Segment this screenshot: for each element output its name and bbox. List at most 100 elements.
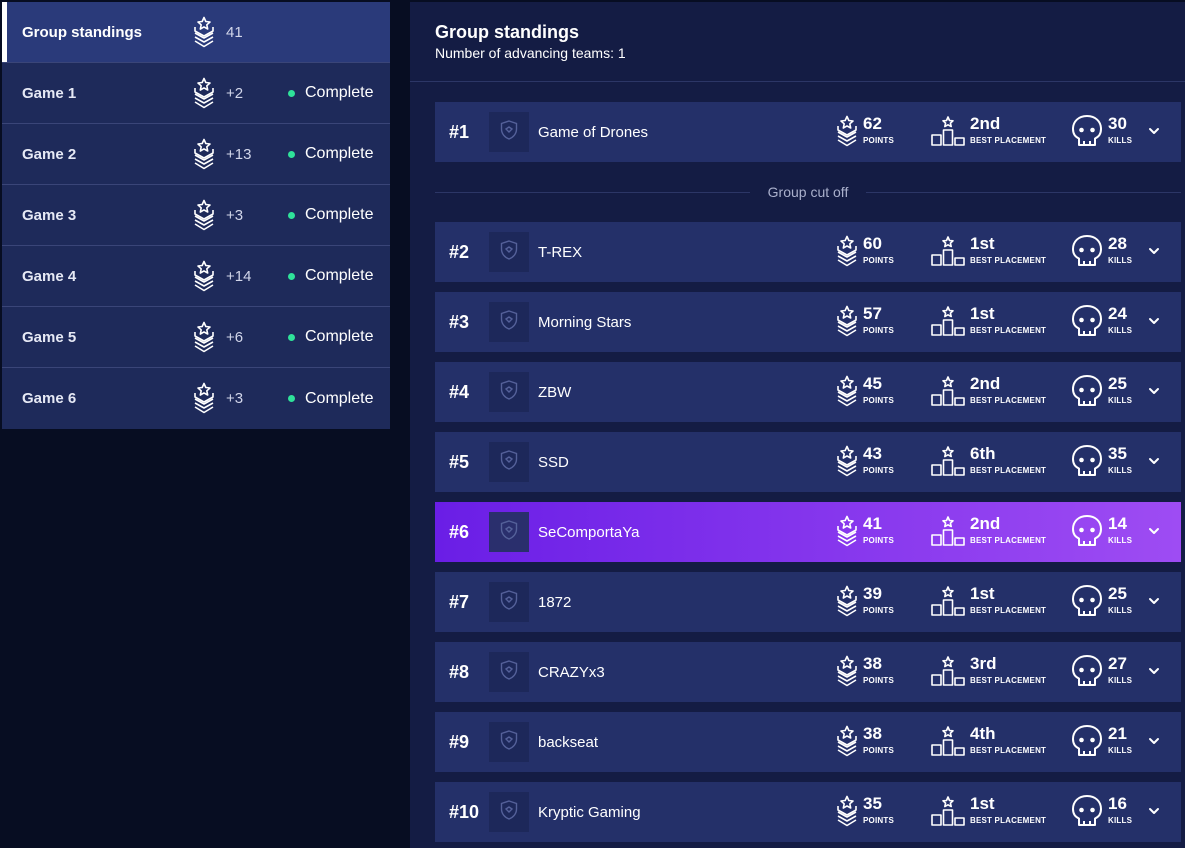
shield-icon: [500, 449, 518, 475]
skull-icon: [1071, 444, 1103, 483]
best-placement-label: BEST PLACEMENT: [970, 256, 1047, 265]
group-cutoff-divider: Group cut off: [435, 182, 1181, 202]
status-badge: Complete: [288, 390, 373, 408]
points-label: POINTS: [863, 326, 894, 335]
kills-value: 28: [1108, 234, 1127, 253]
shield-icon: [500, 379, 518, 405]
team-name: Game of Drones: [538, 123, 649, 141]
divider-line: [866, 191, 1181, 193]
points-value: 35: [863, 794, 882, 813]
chevron-down-icon[interactable]: [1147, 314, 1161, 328]
points-value: 57: [863, 304, 882, 323]
chevron-down-icon[interactable]: [1147, 454, 1161, 468]
chevron-down-icon[interactable]: [1147, 524, 1161, 538]
shield-icon: [500, 589, 518, 615]
team-row[interactable]: #6 SeComportaYa 41 POINTS 2nd BEST PLACE…: [435, 502, 1181, 562]
kills-value: 16: [1108, 794, 1127, 813]
points-stat: 41 POINTS: [835, 512, 915, 552]
points-label: POINTS: [863, 256, 894, 265]
chevron-down-icon[interactable]: [1147, 734, 1161, 748]
team-name: Morning Stars: [538, 313, 632, 331]
points-label: POINTS: [863, 606, 894, 615]
kills-value: 27: [1108, 654, 1127, 673]
team-rank: #4: [449, 381, 470, 402]
team-logo: [489, 722, 529, 762]
team-row[interactable]: #5 SSD 43 POINTS 6th BEST PLACEMENT 35 K…: [435, 432, 1181, 492]
sidebar-item-game-5[interactable]: Game 5 +6 Complete: [2, 307, 390, 368]
chevron-down-icon[interactable]: [1147, 124, 1161, 138]
sidebar-item-points: +6: [226, 328, 244, 346]
chevron-star-icon: [192, 77, 216, 109]
team-row[interactable]: #8 CRAZYx3 38 POINTS 3rd BEST PLACEMENT: [435, 642, 1181, 702]
team-rank: #9: [449, 731, 470, 752]
team-rank: #7: [449, 591, 470, 612]
sidebar-item-points: 41: [226, 23, 243, 41]
team-row[interactable]: #9 backseat 38 POINTS 4th BEST PLACEMENT: [435, 712, 1181, 772]
best-placement-value: 2nd: [970, 114, 1001, 133]
sidebar-item-label: Game 3: [22, 206, 77, 224]
kills-value: 14: [1108, 514, 1127, 533]
team-logo: [489, 232, 529, 272]
kills-stat: 21 KILLS: [1071, 722, 1143, 762]
team-row[interactable]: #2 T-REX 60 POINTS 1st BEST PLACEMENT 28…: [435, 222, 1181, 282]
best-placement-stat: 3rd BEST PLACEMENT: [931, 652, 1051, 692]
best-placement-stat: 4th BEST PLACEMENT: [931, 722, 1051, 762]
chevron-down-icon[interactable]: [1147, 664, 1161, 678]
chevron-star-icon: [835, 373, 859, 414]
best-placement-stat: 1st BEST PLACEMENT: [931, 792, 1051, 832]
kills-stat: 25 KILLS: [1071, 582, 1143, 622]
status-text: Complete: [305, 145, 374, 162]
shield-icon: [500, 729, 518, 755]
points-label: POINTS: [863, 466, 894, 475]
sidebar-item-game-3[interactable]: Game 3 +3 Complete: [2, 185, 390, 246]
sidebar-item-game-6[interactable]: Game 6 +3 Complete: [2, 368, 390, 429]
team-row[interactable]: #7 1872 39 POINTS 1st BEST PLACEMENT 25 …: [435, 572, 1181, 632]
chevron-star-icon: [192, 382, 216, 414]
chevron-star-icon: [835, 113, 859, 154]
team-row[interactable]: #4 ZBW 45 POINTS 2nd BEST PLACEMENT 25 K…: [435, 362, 1181, 422]
team-rank: #3: [449, 311, 470, 332]
sidebar-item-game-2[interactable]: Game 2 +13 Complete: [2, 124, 390, 185]
points-stat: 62 POINTS: [835, 112, 915, 152]
points-value: 41: [863, 514, 882, 533]
status-dot: [288, 272, 295, 280]
best-placement-label: BEST PLACEMENT: [970, 676, 1047, 685]
chevron-down-icon[interactable]: [1147, 244, 1161, 258]
best-placement-value: 2nd: [970, 374, 1001, 393]
points-label: POINTS: [863, 676, 894, 685]
kills-stat: 16 KILLS: [1071, 792, 1143, 832]
team-row[interactable]: #3 Morning Stars 57 POINTS 1st BEST PLAC…: [435, 292, 1181, 352]
sidebar-item-game-1[interactable]: Game 1 +2 Complete: [2, 63, 390, 124]
podium-icon: [931, 656, 965, 691]
best-placement-label: BEST PLACEMENT: [970, 606, 1047, 615]
team-row[interactable]: #1 Game of Drones 62 POINTS 2nd BEST PLA…: [435, 102, 1181, 162]
sidebar-item-points: +3: [226, 390, 244, 407]
kills-value: 25: [1108, 584, 1127, 603]
sidebar-item-game-4[interactable]: Game 4 +14 Complete: [2, 246, 390, 307]
best-placement-label: BEST PLACEMENT: [970, 326, 1047, 335]
kills-value: 25: [1108, 374, 1127, 393]
best-placement-stat: 1st BEST PLACEMENT: [931, 582, 1051, 622]
panel-header: Group standings Number of advancing team…: [410, 2, 1185, 82]
chevron-star-icon: [192, 321, 216, 353]
skull-icon: [1071, 114, 1103, 153]
kills-value: 24: [1108, 304, 1127, 323]
chevron-down-icon[interactable]: [1147, 384, 1161, 398]
sidebar-item-group-standings[interactable]: Group standings 41: [2, 2, 390, 63]
podium-icon: [931, 116, 965, 151]
shield-icon: [500, 309, 518, 335]
sidebar-item-points: +2: [226, 84, 244, 102]
team-logo: [489, 652, 529, 692]
team-row[interactable]: #10 Kryptic Gaming 35 POINTS 1st BEST PL…: [435, 782, 1181, 842]
team-rank: #5: [449, 451, 470, 472]
best-placement-stat: 2nd BEST PLACEMENT: [931, 372, 1051, 412]
skull-icon: [1071, 584, 1103, 623]
best-placement-label: BEST PLACEMENT: [970, 746, 1047, 755]
points-label: POINTS: [863, 536, 894, 545]
status-badge: Complete: [288, 267, 373, 285]
kills-stat: 28 KILLS: [1071, 232, 1143, 272]
chevron-down-icon[interactable]: [1147, 804, 1161, 818]
status-dot: [288, 211, 295, 219]
team-logo: [489, 582, 529, 622]
chevron-down-icon[interactable]: [1147, 594, 1161, 608]
